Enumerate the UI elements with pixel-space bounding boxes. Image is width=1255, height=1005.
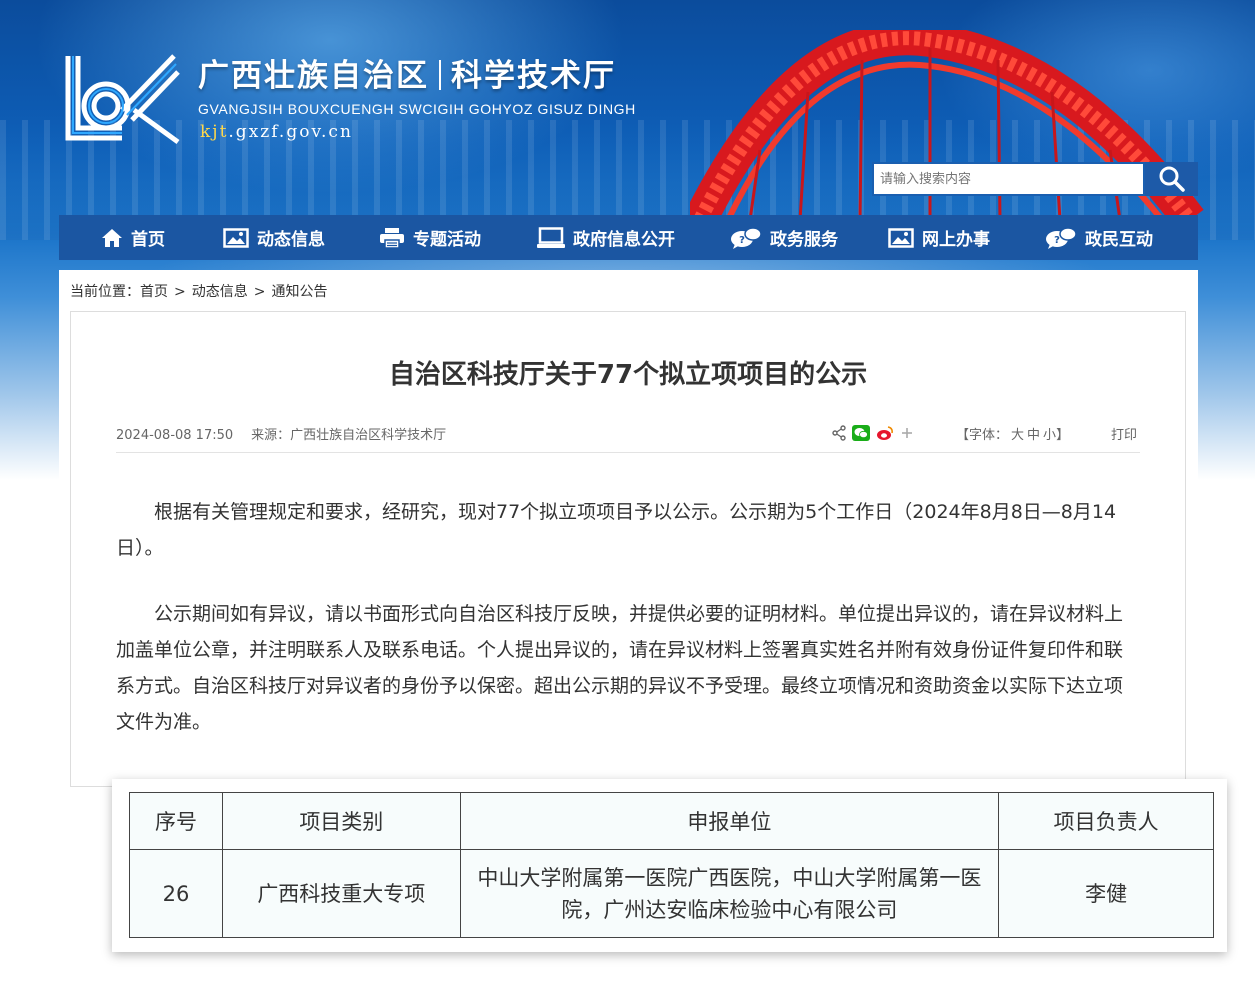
wechat-icon[interactable]: [852, 425, 870, 441]
table-row: 26 广西科技重大专项 中山大学附属第一医院广西医院，中山大学附属第一医院，广州…: [129, 849, 1214, 938]
article-paragraph: 根据有关管理规定和要求，经研究，现对77个拟立项项目予以公示。公示期为5个工作日…: [116, 501, 1117, 559]
monitor-icon: [537, 226, 565, 248]
table-header-cell: 申报单位: [459, 792, 1000, 850]
nav-item-topics[interactable]: 专题活动: [379, 215, 481, 260]
meta-divider: [116, 452, 1140, 453]
table-cell-index: 26: [129, 849, 223, 938]
nav-item-label: 首页: [131, 230, 165, 250]
nav-item-label: 政府信息公开: [573, 230, 675, 250]
article-title: 自治区科技厅关于77个拟立项项目的公示: [388, 360, 868, 390]
article-meta: 2024-08-08 17:50 来源：广西壮族自治区科学技术厅: [116, 424, 446, 443]
nav-item-gov-info[interactable]: 政府信息公开: [537, 215, 675, 260]
article-paragraph: 公示期间如有异议，请以书面形式向自治区科技厅反映，并提供必要的证明材料。单位提出…: [116, 603, 1124, 733]
nav-item-news[interactable]: 动态信息: [223, 215, 325, 260]
table-cell-applicant: 中山大学附属第一医院广西医院，中山大学附属第一医院，广州达安临床检验中心有限公司: [459, 849, 1000, 938]
breadcrumb-separator: >: [253, 284, 266, 300]
picture-icon: [888, 227, 914, 248]
font-size-switcher: 【字体：大中小】: [956, 424, 1069, 443]
main-nav: 首页 动态信息 专题活动 政府信息公开 ? 政务服务 网上办事 ? 政民互动: [59, 215, 1198, 260]
table-header-cell: 序号: [129, 792, 223, 850]
table-header-cell: 项目类别: [221, 792, 461, 850]
site-name-region: 广西壮族自治区: [198, 58, 429, 94]
table-cell-leader: 李健: [998, 849, 1214, 938]
site-name-dept: 科学技术厅: [451, 58, 616, 94]
home-icon: [102, 228, 122, 247]
site-domain-suffix: .gxzf.gov.cn: [228, 122, 353, 142]
breadcrumb: 当前位置：首页 > 动态信息 > 通知公告: [70, 281, 327, 301]
font-size-small[interactable]: 小: [1043, 428, 1056, 443]
nav-item-label: 动态信息: [257, 230, 325, 250]
search-input[interactable]: [874, 164, 1143, 194]
print-link[interactable]: 打印: [1111, 424, 1137, 443]
font-size-medium[interactable]: 中: [1027, 428, 1040, 443]
site-name-divider: [439, 60, 441, 90]
font-size-label: 【字体：: [956, 428, 1009, 443]
nav-item-label: 政民互动: [1085, 230, 1153, 250]
nav-item-interaction[interactable]: ? 政民互动: [1045, 215, 1153, 260]
breadcrumb-prefix: 当前位置：: [70, 284, 140, 300]
site-domain-prefix: kjt: [200, 122, 229, 142]
weibo-icon[interactable]: [876, 425, 894, 441]
site-name[interactable]: 广西壮族自治区 科学技术厅: [198, 50, 616, 94]
plus-icon[interactable]: [900, 426, 914, 440]
chat-bubble-icon: ?: [731, 226, 762, 249]
site-domain: kjt.gxzf.gov.cn: [200, 122, 353, 142]
nav-item-online-services[interactable]: 网上办事: [888, 215, 990, 260]
printer-icon: [380, 227, 404, 249]
breadcrumb-separator: >: [174, 284, 186, 300]
table-cell-category: 广西科技重大专项: [221, 849, 461, 938]
font-size-large[interactable]: 大: [1011, 428, 1024, 443]
search-icon: [1159, 166, 1185, 192]
nav-item-label: 网上办事: [922, 230, 990, 250]
nav-item-services[interactable]: ? 政务服务: [730, 215, 838, 260]
search-button[interactable]: [1145, 162, 1198, 196]
nav-item-label: 政务服务: [770, 230, 838, 250]
nav-item-label: 专题活动: [413, 230, 481, 250]
picture-icon: [223, 227, 249, 248]
breadcrumb-news[interactable]: 动态信息: [192, 284, 248, 300]
article-datetime: 2024-08-08 17:50: [116, 428, 234, 443]
svg-text:?: ?: [739, 235, 745, 246]
share-bar: [832, 424, 914, 442]
site-name-english: GVANGJSIH BOUXCUENGH SWCIGIH GOHYOZ GISU…: [198, 101, 636, 117]
article-source: 来源：广西壮族自治区科学技术厅: [251, 428, 447, 443]
search-box: [872, 162, 1145, 196]
svg-text:?: ?: [1054, 235, 1060, 246]
chat-bubble-icon: ?: [1046, 226, 1077, 249]
project-table: 序号 项目类别 申报单位 项目负责人 26 广西科技重大专项 中山大学附属第一医…: [129, 792, 1214, 938]
breadcrumb-home[interactable]: 首页: [140, 284, 168, 300]
site-logo-icon[interactable]: [62, 50, 182, 146]
bridge-illustration: [690, 30, 1204, 230]
font-size-close: 】: [1056, 428, 1070, 443]
table-header-row: 序号 项目类别 申报单位 项目负责人: [129, 792, 1214, 850]
breadcrumb-notices[interactable]: 通知公告: [271, 284, 327, 300]
nav-item-home[interactable]: 首页: [101, 215, 165, 260]
table-header-cell: 项目负责人: [998, 792, 1214, 850]
share-icon[interactable]: [832, 425, 846, 441]
